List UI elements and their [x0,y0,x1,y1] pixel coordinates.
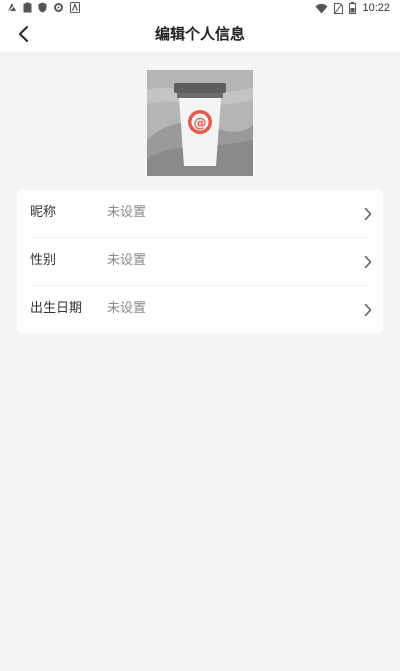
android-icon [70,2,80,13]
sim-icon [334,2,344,14]
clipboard-icon [23,2,32,13]
shield-icon [38,2,47,13]
status-bar: 10:22 [0,0,400,16]
status-right-icons: 10:22 [315,1,390,15]
nickname-row[interactable]: 昵称 未设置 [17,190,383,237]
gender-value: 未设置 [107,253,147,268]
birthday-label: 出生日期 [30,301,83,316]
profile-card: 昵称 未设置 性别 未设置 出生日期 未设置 [17,190,383,333]
nickname-value: 未设置 [107,205,147,220]
chevron-right-icon [364,255,372,269]
settings-icon [54,3,63,12]
gender-row[interactable]: 性别 未设置 [17,238,383,285]
nickname-label: 昵称 [30,205,57,220]
coffee-cup-avatar: @ [147,70,253,176]
avatar[interactable]: @ [147,70,253,176]
chevron-right-icon [364,207,372,221]
wifi-icon [315,3,328,13]
svg-text:@: @ [194,116,207,131]
chevron-right-icon [364,303,372,317]
notification-icon [7,3,17,13]
nav-bar: 编辑个人信息 [0,16,400,52]
birthday-row[interactable]: 出生日期 未设置 [17,286,383,333]
battery-icon [349,2,357,14]
status-left-icons [7,2,80,13]
status-time: 10:22 [362,2,390,14]
page-title: 编辑个人信息 [154,25,245,43]
gender-label: 性别 [30,253,57,268]
birthday-value: 未设置 [107,301,147,316]
